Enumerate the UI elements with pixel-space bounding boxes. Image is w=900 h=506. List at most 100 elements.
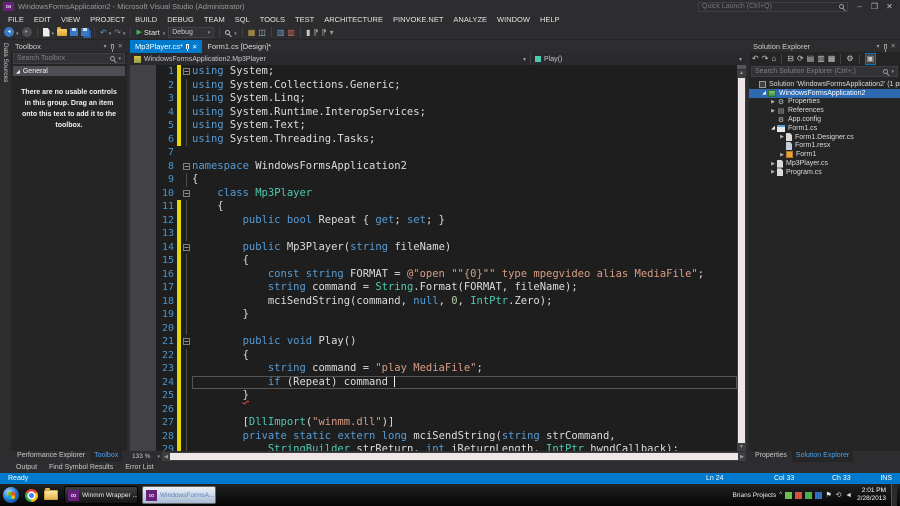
code-text[interactable]: [DllImport("winmm.dll")]: [192, 416, 737, 430]
taskbar-clock[interactable]: 2:01 PM 2/28/2013: [857, 487, 886, 503]
chrome-taskbar-icon[interactable]: [25, 488, 38, 502]
tray-app-colored-icon[interactable]: [795, 491, 803, 499]
code-line-17[interactable]: 17 string command = String.Format(FORMAT…: [130, 281, 737, 295]
fold-margin[interactable]: −: [181, 241, 192, 255]
breakpoint-margin[interactable]: [130, 308, 156, 322]
menu-analyze[interactable]: ANALYZE: [448, 15, 492, 24]
code-text[interactable]: if (Repeat) command: [192, 375, 737, 390]
tree-item-form1-designer-cs[interactable]: ▶ Form1.Designer.cs: [749, 133, 900, 142]
breakpoint-margin[interactable]: [130, 389, 156, 403]
code-line-29[interactable]: 29 StringBuilder strReturn, int iReturnL…: [130, 443, 737, 451]
code-line-19[interactable]: 19 }: [130, 308, 737, 322]
fold-margin[interactable]: −: [181, 335, 192, 349]
code-line-14[interactable]: 14 − public Mp3Player(string fileName): [130, 240, 737, 255]
menu-tools[interactable]: TOOLS: [255, 15, 290, 24]
se-properties-icon[interactable]: ⚙: [846, 54, 853, 64]
close-icon[interactable]: [192, 42, 197, 51]
code-text[interactable]: using System;: [192, 65, 737, 79]
breakpoint-margin[interactable]: [130, 429, 156, 443]
tray-app-green-icon[interactable]: [785, 491, 793, 499]
tree-item-form1[interactable]: ▶ Form1: [749, 150, 900, 159]
menu-view[interactable]: VIEW: [56, 15, 85, 24]
code-line-21[interactable]: 21 − public void Play(): [130, 335, 737, 349]
code-line-8[interactable]: 8 − namespace WindowsFormsApplication2: [130, 159, 737, 174]
menu-test[interactable]: TEST: [290, 15, 319, 24]
undo-icon[interactable]: ↶: [100, 28, 111, 37]
breakpoint-margin[interactable]: [130, 173, 156, 187]
code-text[interactable]: [192, 403, 737, 417]
code-line-12[interactable]: 12 public bool Repeat { get; set; }: [130, 213, 737, 227]
open-file-icon[interactable]: [57, 26, 68, 36]
breakpoint-margin[interactable]: [130, 402, 156, 416]
tool-tab-solution-explorer[interactable]: Solution Explorer: [791, 451, 854, 462]
breakpoint-margin[interactable]: [130, 159, 156, 173]
collapse-region-icon[interactable]: −: [183, 68, 190, 76]
fold-margin[interactable]: −: [181, 187, 192, 201]
toolbar-overflow-icon[interactable]: ▾: [330, 28, 334, 37]
vertical-scroll-thumb[interactable]: [738, 78, 745, 443]
code-text[interactable]: using System.Linq;: [192, 92, 737, 106]
tree-item-form1-resx[interactable]: Form1.resx: [749, 141, 900, 151]
dock-tab-find-symbol-results[interactable]: Find Symbol Results: [49, 464, 113, 471]
collapse-region-icon[interactable]: −: [183, 189, 190, 197]
code-line-27[interactable]: 27 [DllImport("winmm.dll")]: [130, 416, 737, 430]
start-button[interactable]: [3, 487, 19, 503]
tree-item-app-config[interactable]: App.config: [749, 115, 900, 124]
code-text[interactable]: mciSendString(command, null, 0, IntPtr.Z…: [192, 295, 737, 309]
tree-item-program-cs[interactable]: ▶ Program.cs: [749, 168, 900, 177]
tray-flag-icon[interactable]: ⚑: [825, 492, 832, 499]
menu-build[interactable]: BUILD: [130, 15, 162, 24]
vertical-scrollbar[interactable]: ▲ ▼: [737, 65, 746, 451]
breakpoint-margin[interactable]: [130, 362, 156, 376]
code-line-26[interactable]: 26: [130, 402, 737, 417]
solution-explorer-title-bar[interactable]: Solution Explorer: [749, 40, 900, 52]
code-line-20[interactable]: 20: [130, 321, 737, 335]
show-hidden-icons-button[interactable]: ^: [779, 492, 782, 498]
code-line-6[interactable]: 6 using System.Threading.Tasks;: [130, 132, 737, 146]
breakpoint-margin[interactable]: [130, 348, 156, 362]
breakpoint-margin[interactable]: [130, 267, 156, 281]
breakpoint-margin[interactable]: [130, 254, 156, 268]
navigate-forward-icon[interactable]: ▸: [21, 27, 32, 37]
code-text[interactable]: class Mp3Player: [192, 187, 737, 201]
horizontal-scrollbar[interactable]: ◀ ▶: [162, 452, 746, 461]
code-text[interactable]: namespace WindowsFormsApplication2: [192, 160, 737, 174]
tray-bluetooth-icon[interactable]: [815, 491, 823, 499]
breakpoint-margin[interactable]: [130, 105, 156, 119]
code-text[interactable]: [192, 146, 737, 160]
taskbar-button-winmm-wrapper[interactable]: ∞ Winmm Wrapper ...: [64, 486, 138, 504]
toolbox-group-general[interactable]: General: [13, 66, 125, 76]
collapsed-arrow-icon[interactable]: ▶: [769, 99, 777, 105]
code-line-15[interactable]: 15 {: [130, 254, 737, 268]
collapse-region-icon[interactable]: −: [183, 243, 190, 251]
breakpoint-margin[interactable]: [130, 213, 156, 227]
expanded-arrow-icon[interactable]: ◢: [760, 90, 768, 96]
menu-window[interactable]: WINDOW: [492, 15, 535, 24]
code-text[interactable]: [192, 227, 737, 241]
dock-tab-output[interactable]: Output: [16, 464, 37, 471]
breakpoint-margin[interactable]: [130, 186, 156, 200]
code-line-16[interactable]: 16 const string FORMAT = @"open ""{0}"" …: [130, 267, 737, 281]
fold-margin[interactable]: −: [181, 65, 192, 79]
pin-icon[interactable]: [185, 44, 189, 51]
solution-explorer-shortcut-icon[interactable]: ▦: [248, 28, 256, 37]
show-desktop-button[interactable]: [891, 484, 897, 506]
taskbar-button-windowsformsa[interactable]: ∞ WindowsFormsA...: [142, 486, 216, 504]
close-button[interactable]: ✕: [882, 1, 897, 13]
collapse-region-icon[interactable]: −: [183, 162, 190, 170]
code-text[interactable]: using System.Text;: [192, 119, 737, 133]
scroll-down-icon[interactable]: ▼: [739, 444, 744, 451]
close-icon[interactable]: [118, 42, 123, 50]
comment-selection-icon[interactable]: ▥: [277, 28, 285, 37]
uncomment-selection-icon[interactable]: ▥: [287, 28, 295, 37]
code-line-10[interactable]: 10 − class Mp3Player: [130, 186, 737, 201]
save-all-icon[interactable]: [81, 28, 90, 36]
code-line-5[interactable]: 5 using System.Text;: [130, 119, 737, 133]
se-home-icon[interactable]: ⌂: [771, 54, 776, 64]
tool-tab-toolbox[interactable]: Toolbox: [90, 451, 123, 462]
bookmark-icon[interactable]: ▮: [306, 28, 310, 37]
expanded-arrow-icon[interactable]: ◢: [769, 125, 777, 131]
pin-icon[interactable]: [110, 43, 114, 52]
scroll-right-icon[interactable]: ▶: [738, 454, 746, 460]
tab-form1-cs-design[interactable]: Form1.cs [Design]*: [202, 40, 276, 53]
